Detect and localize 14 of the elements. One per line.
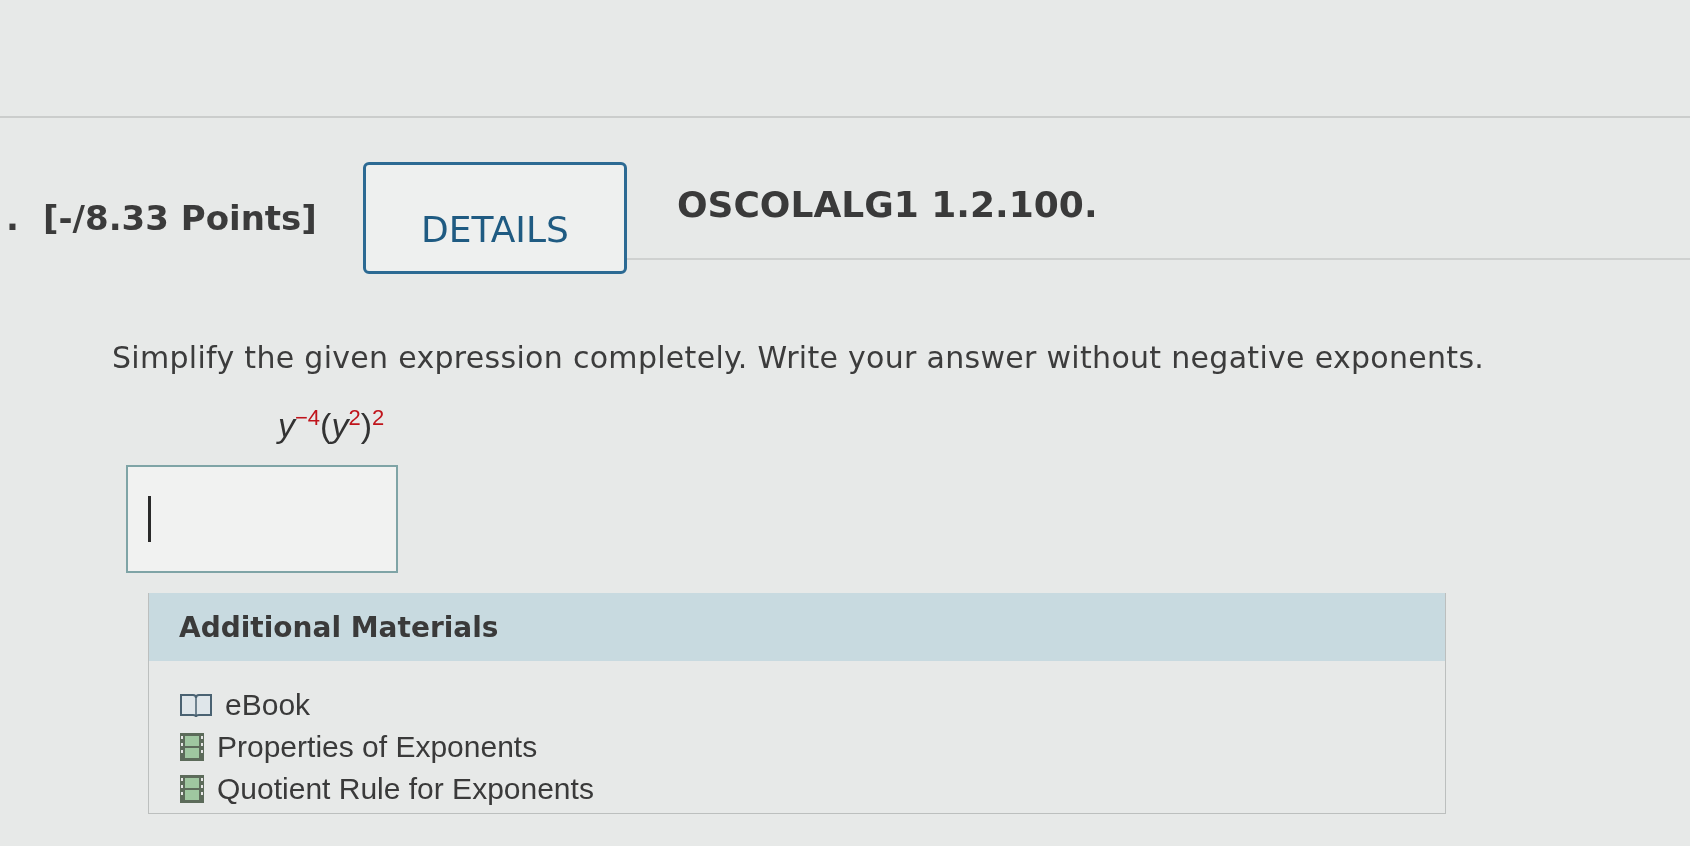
question-prompt: Simplify the given expression completely. Write your answer without negative exponents.	[112, 340, 1486, 375]
material-link[interactable]: Properties of Exponents	[217, 730, 538, 765]
answer-box[interactable]	[126, 465, 398, 574]
math-expression: y$^{−4}$(y$^{2}$)$^{2}$	[278, 405, 385, 446]
points-label: [-/8.33 Points]	[42, 198, 317, 238]
book-icon	[179, 691, 213, 720]
materials-title: Additional Materials	[179, 610, 499, 644]
film-strip-icon	[179, 774, 205, 805]
material-link[interactable]: Quotient Rule for Exponents	[217, 772, 594, 807]
material-link[interactable]: eBook	[225, 688, 311, 723]
question-number: .	[6, 198, 19, 238]
details-button[interactable]: DETAILS	[362, 162, 627, 274]
problem-code: OSCOLALG1 1.2.100.	[676, 184, 1098, 225]
film-strip-icon	[179, 732, 205, 763]
